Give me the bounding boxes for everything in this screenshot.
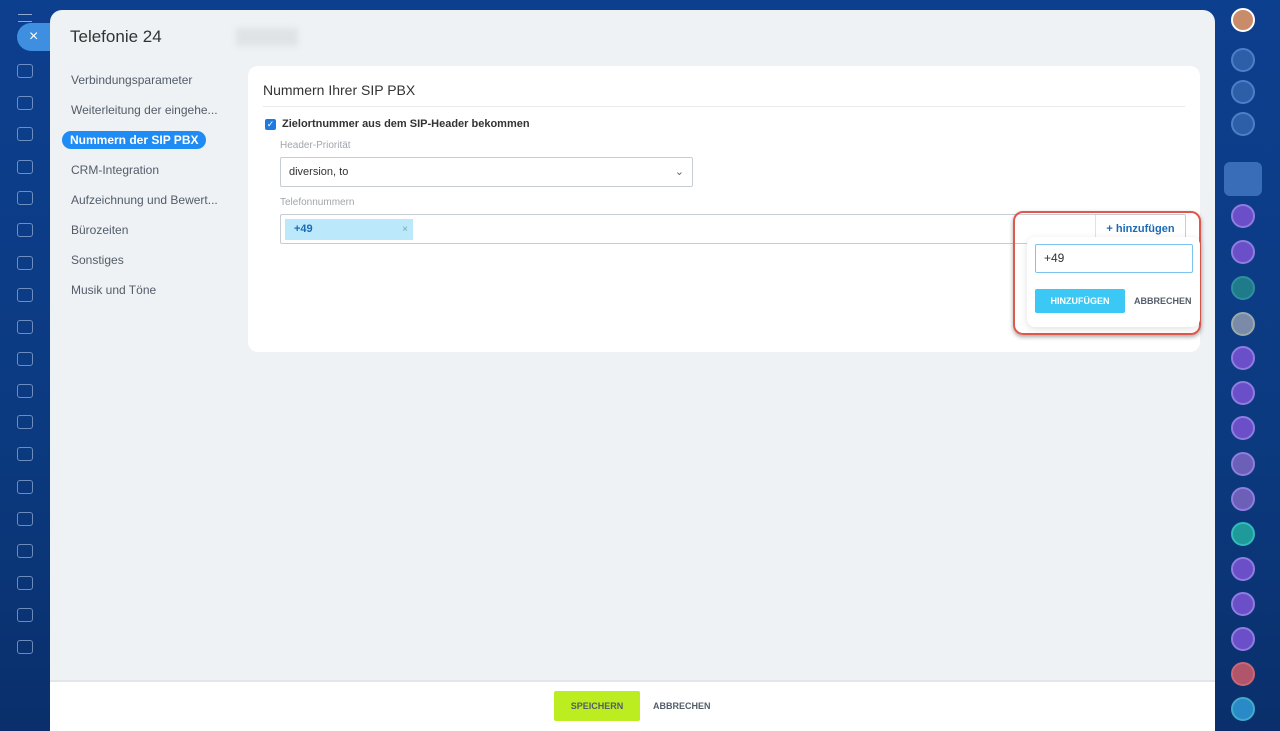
chat-icon[interactable] bbox=[1231, 697, 1255, 721]
chat-avatar[interactable] bbox=[1231, 662, 1255, 686]
popup-add-button[interactable]: HINZUFÜGEN bbox=[1035, 289, 1125, 313]
nav-item-sip-pbx-numbers[interactable]: Nummern der SIP PBX bbox=[62, 130, 232, 160]
activity-icon[interactable] bbox=[1231, 80, 1255, 104]
chat-avatar[interactable] bbox=[1231, 312, 1255, 336]
telephony-icon[interactable] bbox=[17, 352, 33, 366]
tasks-icon[interactable] bbox=[17, 223, 33, 237]
messages-icon[interactable] bbox=[17, 480, 33, 494]
calendar-icon[interactable] bbox=[17, 288, 33, 302]
sip-header-checkbox-label[interactable]: Zielortnummer aus dem SIP-Header bekomme… bbox=[282, 118, 530, 130]
settings-icon[interactable] bbox=[17, 576, 33, 590]
grid-icon[interactable] bbox=[17, 640, 33, 654]
header-priority-select[interactable]: diversion, to ⌄ bbox=[280, 157, 693, 187]
mail-icon[interactable] bbox=[17, 256, 33, 270]
contacts-icon[interactable] bbox=[17, 160, 33, 174]
nav-item-sonstiges[interactable]: Sonstiges bbox=[62, 250, 232, 280]
save-button[interactable]: SPEICHERN bbox=[554, 691, 640, 721]
phone-chat-icon[interactable] bbox=[1231, 276, 1255, 300]
contact-avatar-active[interactable] bbox=[1224, 162, 1262, 196]
chat-avatar[interactable] bbox=[1231, 240, 1255, 264]
nav-item-aufzeichnung[interactable]: Aufzeichnung und Bewert... bbox=[62, 190, 232, 220]
box-icon[interactable] bbox=[17, 608, 33, 622]
cart-icon[interactable] bbox=[17, 544, 33, 558]
sites-icon[interactable] bbox=[17, 320, 33, 334]
card-title: Nummern Ihrer SIP PBX bbox=[263, 82, 1185, 107]
chat-avatar[interactable] bbox=[1231, 592, 1255, 616]
number-input[interactable]: +49 bbox=[1035, 244, 1193, 273]
add-number-popup: +49 HINZUFÜGEN ABBRECHEN bbox=[1027, 237, 1200, 327]
settings-panel: Telefonie 24 Verbindungsparameter Weiter… bbox=[50, 10, 1215, 731]
user-avatar[interactable] bbox=[1231, 8, 1255, 32]
page-title: Telefonie 24 bbox=[70, 27, 162, 46]
sip-header-checkbox[interactable]: ✓ bbox=[265, 119, 276, 130]
storage-icon[interactable] bbox=[17, 447, 33, 461]
edit-icon[interactable] bbox=[17, 415, 33, 429]
chat-avatar[interactable] bbox=[1231, 381, 1255, 405]
phone-tag: +49 × bbox=[285, 219, 413, 240]
analytics-icon[interactable] bbox=[17, 512, 33, 526]
chat-icon[interactable] bbox=[17, 384, 33, 398]
chat-avatar[interactable] bbox=[1231, 627, 1255, 651]
right-sidebar bbox=[1215, 0, 1280, 731]
menu-icon[interactable] bbox=[18, 14, 32, 22]
document-icon[interactable] bbox=[17, 127, 33, 141]
tasks-chat-icon[interactable] bbox=[1231, 522, 1255, 546]
footer-bar: SPEICHERN ABBRECHEN bbox=[50, 680, 1215, 731]
chat-avatar[interactable] bbox=[1231, 346, 1255, 370]
phone-numbers-label: Telefonnummern bbox=[280, 197, 355, 208]
left-sidebar bbox=[0, 0, 50, 731]
remove-tag-icon[interactable]: × bbox=[402, 219, 408, 240]
chat-avatar[interactable] bbox=[1231, 204, 1255, 228]
crm-icon[interactable] bbox=[17, 191, 33, 205]
cancel-button[interactable]: ABBRECHEN bbox=[653, 691, 711, 721]
nav-item-weiterleitung[interactable]: Weiterleitung der eingehe... bbox=[62, 100, 232, 130]
popup-cancel-button[interactable]: ABBRECHEN bbox=[1134, 289, 1192, 313]
blurred-text bbox=[236, 28, 298, 46]
nav-item-verbindungsparameter[interactable]: Verbindungsparameter bbox=[62, 70, 232, 100]
chat-avatar[interactable] bbox=[1231, 557, 1255, 581]
search-chat-icon[interactable] bbox=[1231, 112, 1255, 136]
nav-item-musik[interactable]: Musik und Töne bbox=[62, 280, 232, 310]
chevron-down-icon: ⌄ bbox=[674, 166, 684, 178]
feed-icon[interactable] bbox=[17, 96, 33, 110]
settings-nav: Verbindungsparameter Weiterleitung der e… bbox=[62, 70, 232, 310]
nav-item-buerozeiten[interactable]: Bürozeiten bbox=[62, 220, 232, 250]
header-priority-label: Header-Priorität bbox=[280, 140, 351, 151]
chat-avatar[interactable] bbox=[1231, 416, 1255, 440]
close-icon: × bbox=[29, 28, 39, 45]
nav-item-crm-integration[interactable]: CRM-Integration bbox=[62, 160, 232, 190]
home-icon[interactable] bbox=[17, 64, 33, 78]
bell-icon[interactable] bbox=[1231, 48, 1255, 72]
chat-avatar[interactable] bbox=[1231, 487, 1255, 511]
chat-avatar[interactable] bbox=[1231, 452, 1255, 476]
